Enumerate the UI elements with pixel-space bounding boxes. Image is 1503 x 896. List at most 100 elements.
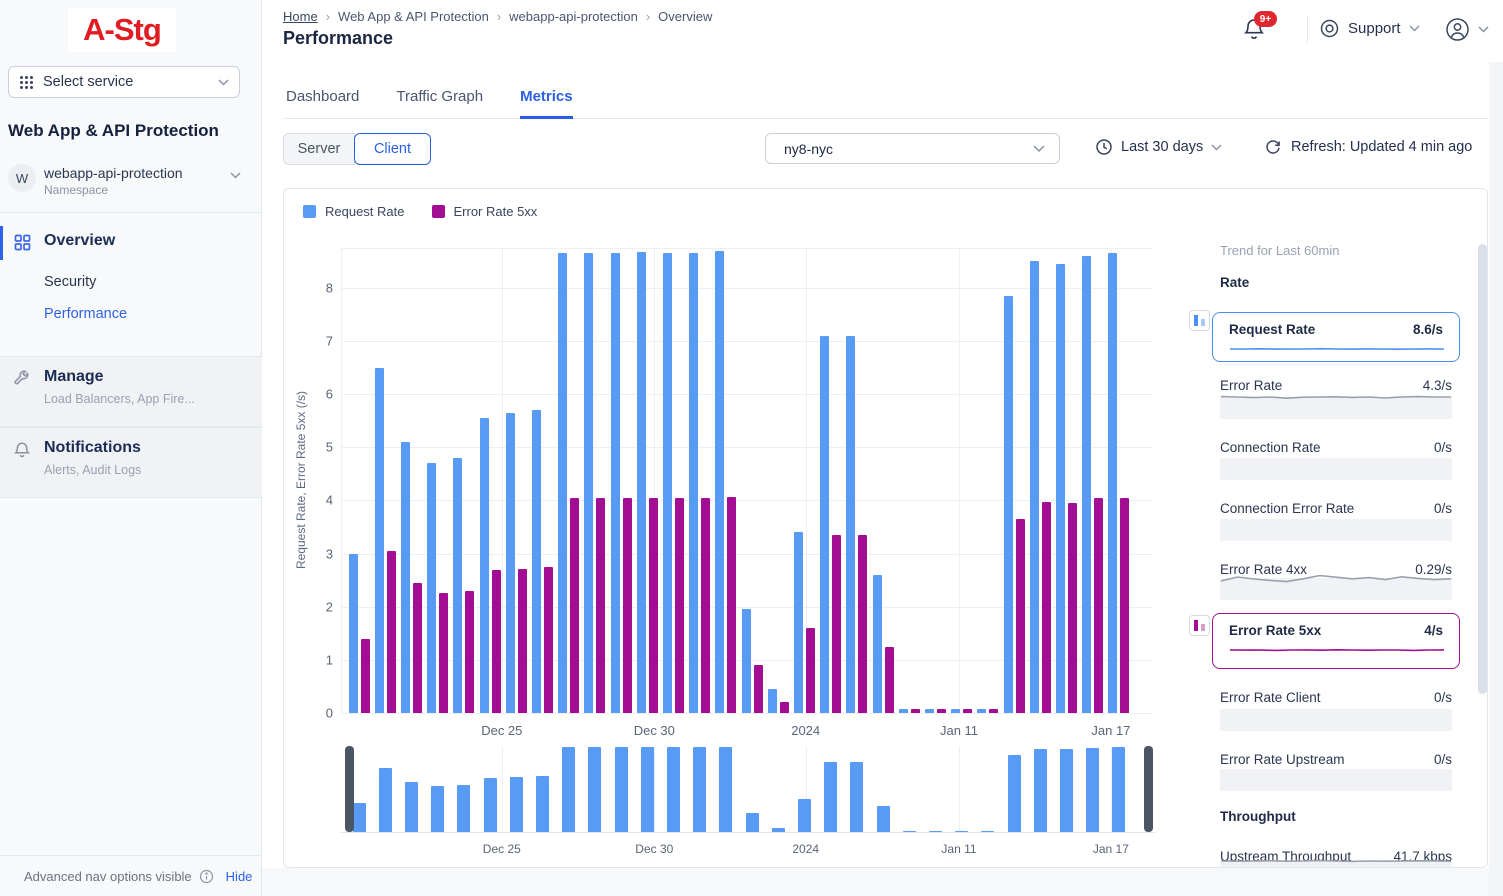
error-rate-5xx-bar[interactable] [806,628,815,713]
site-select-value: ny8-nyc [784,141,1033,157]
request-rate-bar[interactable] [951,709,960,713]
sidebar-item-manage[interactable]: Manage Load Balancers, App Fire... [0,356,262,427]
sidebar-item-security[interactable]: Security [44,274,96,290]
error-rate-5xx-bar[interactable] [1094,498,1103,713]
error-rate-5xx-bar[interactable] [675,498,684,713]
mini-bar-chart-icon[interactable] [1189,310,1210,331]
error-rate-5xx-bar[interactable] [544,567,553,713]
breadcrumb-home[interactable]: Home [283,9,318,24]
error-rate-5xx-bar[interactable] [492,570,501,714]
breadcrumb-namespace[interactable]: webapp-api-protection [509,9,638,24]
error-rate-5xx-bar[interactable] [1016,519,1025,713]
request-rate-bar[interactable] [637,252,646,713]
site-select-dropdown[interactable]: ny8-nyc [765,133,1060,164]
request-rate-bar[interactable] [584,253,593,713]
tab-metrics[interactable]: Metrics [520,80,573,119]
error-rate-5xx-bar[interactable] [963,709,972,713]
trend-sparkline-area [1220,519,1452,541]
tab-traffic-graph[interactable]: Traffic Graph [396,80,483,119]
error-rate-5xx-bar[interactable] [596,498,605,713]
sidebar-item-performance[interactable]: Performance [44,306,127,322]
client-toggle-button[interactable]: Client [354,133,431,165]
error-rate-5xx-bar[interactable] [439,593,448,713]
request-rate-bar[interactable] [846,336,855,713]
error-rate-5xx-bar[interactable] [387,551,396,713]
breadcrumb-separator: › [326,9,330,24]
error-rate-5xx-bar[interactable] [780,702,789,713]
request-rate-bar[interactable] [1082,256,1091,713]
error-rate-5xx-bar[interactable] [465,591,474,713]
error-rate-5xx-bar[interactable] [989,709,998,713]
error-rate-5xx-bar[interactable] [518,569,527,714]
error-rate-5xx-bar[interactable] [1120,498,1129,713]
namespace-chevron-icon[interactable] [230,172,241,179]
trend-metric-value: 0/s [1220,501,1452,516]
request-rate-bar[interactable] [611,253,620,713]
support-menu[interactable]: Support [1319,18,1420,39]
panel-scrollbar-thumb[interactable] [1478,244,1487,694]
request-rate-bar[interactable] [506,413,515,713]
request-rate-bar[interactable] [453,458,462,713]
time-range-dropdown[interactable]: Last 30 days [1095,138,1222,156]
divider [1307,16,1308,43]
error-rate-5xx-bar[interactable] [937,709,946,713]
sidebar-item-overview[interactable]: Overview [44,232,115,250]
request-rate-bar[interactable] [480,418,489,713]
brand-logo[interactable]: A-Stg [68,8,176,52]
sidebar-item-notifications[interactable]: Notifications Alerts, Audit Logs [0,427,262,498]
error-rate-5xx-bar[interactable] [1068,503,1077,713]
tab-dashboard[interactable]: Dashboard [286,80,359,119]
error-rate-5xx-bar[interactable] [570,498,579,713]
error-rate-5xx-bar[interactable] [727,497,736,713]
brush-handle-right[interactable] [1144,746,1153,832]
error-rate-5xx-bar[interactable] [413,583,422,713]
trend-card-request-rate[interactable]: Request Rate8.6/s [1212,312,1460,362]
info-icon[interactable] [199,869,214,884]
refresh-button[interactable]: Refresh: Updated 4 min ago [1264,138,1472,156]
request-rate-bar[interactable] [375,368,384,713]
error-rate-5xx-bar[interactable] [701,498,710,713]
brush-handle-left[interactable] [345,746,354,832]
breadcrumb-waap[interactable]: Web App & API Protection [338,9,489,24]
request-rate-bar[interactable] [427,463,436,713]
request-rate-bar[interactable] [873,575,882,713]
request-rate-bar[interactable] [794,532,803,713]
error-rate-5xx-bar[interactable] [361,639,370,713]
page-scrollbar-track[interactable] [1489,62,1503,896]
request-rate-bar[interactable] [1004,296,1013,713]
refresh-label: Refresh: Updated 4 min ago [1291,139,1472,155]
request-rate-bar[interactable] [1056,264,1065,713]
error-rate-5xx-bar[interactable] [885,647,894,713]
error-rate-5xx-bar[interactable] [1042,502,1051,713]
error-rate-5xx-bar[interactable] [911,709,920,713]
request-rate-bar[interactable] [768,689,777,713]
request-rate-bar[interactable] [349,554,358,713]
request-rate-bar[interactable] [925,709,934,713]
request-rate-bar[interactable] [1030,261,1039,713]
error-rate-5xx-bar[interactable] [754,665,763,713]
request-rate-bar[interactable] [899,709,908,713]
trend-card-error-rate-5xx[interactable]: Error Rate 5xx4/s [1212,613,1460,669]
request-rate-bar[interactable] [663,253,672,713]
server-toggle-button[interactable]: Server [283,133,355,165]
error-rate-5xx-bar[interactable] [649,498,658,713]
request-rate-bar[interactable] [820,336,829,713]
error-rate-5xx-bar[interactable] [623,498,632,713]
hide-nav-link[interactable]: Hide [226,869,253,884]
request-rate-bar[interactable] [742,609,751,713]
error-rate-5xx-bar[interactable] [832,535,841,713]
request-rate-bar[interactable] [715,251,724,713]
breadcrumb-overview[interactable]: Overview [658,9,712,24]
request-rate-bar[interactable] [532,410,541,713]
error-rate-5xx-bar[interactable] [858,535,867,713]
request-rate-bar[interactable] [401,442,410,713]
navigator-bar [353,803,366,833]
mini-bar-chart-icon[interactable] [1189,615,1210,636]
request-rate-bar[interactable] [977,709,986,713]
account-menu[interactable] [1444,16,1489,43]
content-bottom-strip [262,868,1503,896]
request-rate-bar[interactable] [558,253,567,713]
request-rate-bar[interactable] [1108,253,1117,713]
request-rate-bar[interactable] [689,253,698,713]
select-service-dropdown[interactable]: Select service [8,66,240,98]
